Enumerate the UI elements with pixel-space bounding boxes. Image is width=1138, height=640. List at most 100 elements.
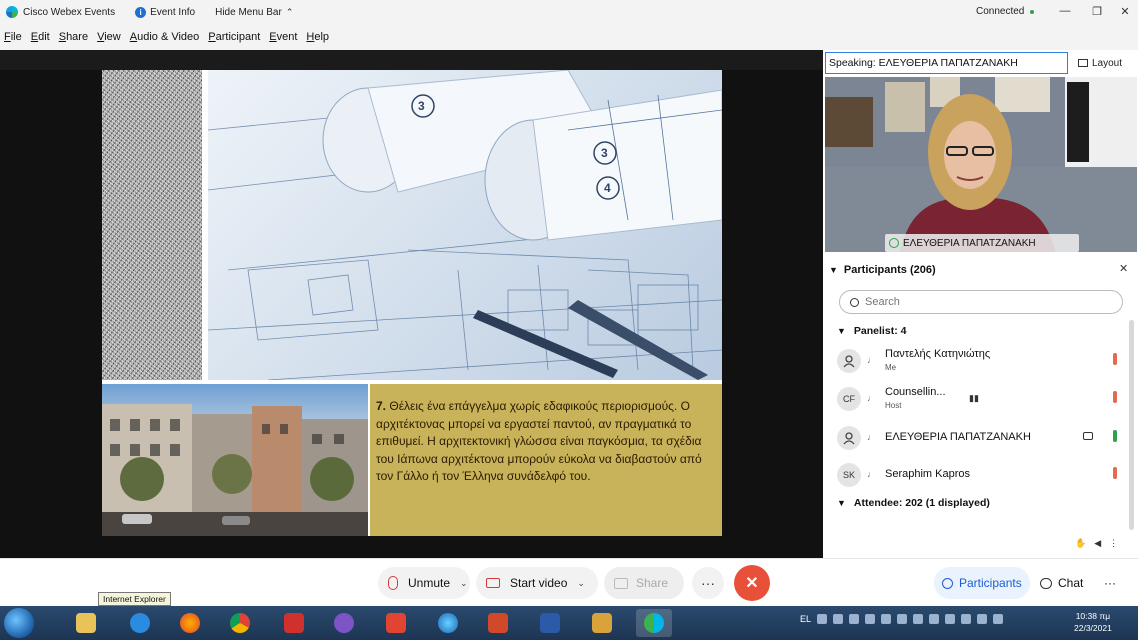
participants-scrollbar[interactable]	[1129, 320, 1134, 530]
restore-button[interactable]: ❐	[1088, 2, 1106, 20]
circle-label-3: 4	[604, 181, 611, 195]
participants-panel-header[interactable]: ▼ Participants (206)	[829, 262, 1129, 278]
caption-text: Θέλεις ένα επάγγελμα χωρίς εδαφικούς περ…	[376, 399, 702, 483]
video-off-icon	[486, 578, 500, 588]
more-options-icon[interactable]: ⋮	[1109, 538, 1118, 549]
globe-icon	[438, 613, 458, 633]
taskbar-webex[interactable]	[636, 609, 672, 637]
taskbar-video-app[interactable]	[584, 609, 620, 637]
avatar: SK	[837, 463, 861, 487]
taskbar-media-player[interactable]	[276, 609, 312, 637]
taskbar-clock[interactable]: 10:38 πμ 22/3/2021	[1074, 610, 1112, 634]
chevron-up-icon: ⌃	[285, 6, 294, 17]
participant-row[interactable]: ♩ Παντελής Κατηνιώτης Me	[837, 345, 1127, 375]
minimize-button[interactable]: —	[1056, 2, 1074, 20]
muted-mic-icon[interactable]	[1113, 391, 1117, 403]
share-button[interactable]: Share	[604, 567, 684, 599]
tray-icon[interactable]	[849, 614, 860, 624]
chat-button[interactable]: Chat	[1032, 567, 1091, 599]
taskbar-firefox[interactable]	[172, 609, 208, 637]
close-participants-button[interactable]: ✕	[1119, 262, 1128, 275]
blueprint-image: 3 3 4	[208, 70, 722, 380]
participants-toggle-button[interactable]: Participants	[934, 567, 1030, 599]
start-button[interactable]	[4, 608, 34, 638]
hand-icon[interactable]: ✋	[1075, 538, 1086, 549]
menu-event[interactable]: Event	[269, 31, 297, 43]
mic-icon: ♩	[867, 355, 876, 365]
unmute-button[interactable]: Unmute ⌄	[378, 567, 470, 599]
menu-audio-video[interactable]: Audio & Video	[130, 31, 200, 43]
participant-search[interactable]	[839, 290, 1123, 314]
unmute-label: Unmute	[408, 576, 451, 590]
menu-participant[interactable]: Participant	[208, 31, 260, 43]
more-button[interactable]: ···	[692, 567, 724, 599]
more-panels-button[interactable]: ···	[1096, 567, 1124, 599]
avatar	[837, 426, 861, 450]
participant-row[interactable]: ♩ ΕΛΕΥΘΕΡΙΑ ΠΑΠΑΤΖΑΝΑΚΗ	[837, 422, 1127, 452]
tray-icon[interactable]	[929, 614, 940, 624]
taskbar-word[interactable]	[532, 609, 568, 637]
chevron-down-icon: ▼	[837, 498, 846, 508]
mic-icon: ♩	[867, 432, 876, 442]
circle-label-1: 3	[418, 99, 425, 113]
network-icon[interactable]	[977, 614, 988, 624]
chrome-icon	[230, 613, 250, 633]
menu-edit[interactable]: Edit	[31, 31, 50, 43]
participant-name: Seraphim Kapros	[885, 468, 970, 480]
attendee-group-header[interactable]: ▼ Attendee: 202 (1 displayed)	[837, 497, 990, 509]
powerpoint-icon	[488, 613, 508, 633]
volume-icon[interactable]	[993, 614, 1004, 624]
panelist-group-header[interactable]: ▼ Panelist: 4	[837, 325, 906, 337]
flag-icon[interactable]	[961, 614, 972, 624]
taskbar-globe[interactable]	[430, 609, 466, 637]
start-video-label: Start video	[510, 576, 568, 590]
camera-icon	[1083, 432, 1093, 440]
chevron-down-icon: ▼	[829, 265, 838, 275]
menu-help[interactable]: Help	[306, 31, 329, 43]
menu-view[interactable]: View	[97, 31, 121, 43]
layout-icon	[1078, 59, 1088, 67]
language-indicator[interactable]: EL	[800, 614, 811, 624]
speaker-icon[interactable]: ◀	[1094, 538, 1101, 549]
chat-icon	[1040, 577, 1052, 589]
tray-icon[interactable]	[897, 614, 908, 624]
menu-file[interactable]: File	[4, 31, 22, 43]
avatar	[837, 349, 861, 373]
chevron-down-icon[interactable]: ⌄	[460, 578, 468, 589]
chevron-down-icon[interactable]: ⌄	[577, 578, 585, 589]
person-icon	[843, 432, 855, 445]
participant-row[interactable]: CF ♩ Counsellin... Host ▮▮	[837, 383, 1127, 413]
start-video-button[interactable]: Start video ⌄	[476, 567, 598, 599]
taskbar-chrome[interactable]	[222, 609, 258, 637]
tray-icon[interactable]	[913, 614, 924, 624]
menu-share[interactable]: Share	[59, 31, 88, 43]
close-window-button[interactable]: ✕	[1116, 2, 1134, 20]
tray-icon[interactable]	[881, 614, 892, 624]
taskbar-internet-explorer[interactable]	[122, 609, 158, 637]
system-tray: EL	[800, 614, 1004, 624]
taskbar-viber[interactable]	[326, 609, 362, 637]
layout-button[interactable]: Layout	[1078, 53, 1122, 73]
caption-number: 7.	[376, 399, 387, 413]
tray-icon[interactable]	[865, 614, 876, 624]
active-mic-icon[interactable]	[1113, 430, 1117, 442]
street-buildings-drawing	[102, 404, 368, 536]
participant-name: Counsellin...	[885, 386, 946, 398]
participant-search-input[interactable]	[865, 296, 1105, 308]
participant-row[interactable]: SK ♩ Seraphim Kapros	[837, 459, 1127, 489]
muted-mic-icon[interactable]	[1113, 353, 1117, 365]
muted-mic-icon[interactable]	[1113, 467, 1117, 479]
taskbar-powerpoint[interactable]	[480, 609, 516, 637]
tray-icon[interactable]	[945, 614, 956, 624]
hide-menu-bar-button[interactable]: Hide Menu Bar ⌃	[215, 7, 293, 18]
participant-role: Me	[885, 363, 897, 372]
event-info-button[interactable]: i Event Info	[135, 6, 195, 18]
tray-icon[interactable]	[817, 614, 828, 624]
layout-label: Layout	[1092, 57, 1123, 69]
taskbar-explorer[interactable]	[68, 609, 104, 637]
participant-role: Host	[885, 401, 902, 410]
app-title: Cisco Webex Events	[23, 6, 116, 18]
taskbar-downloader[interactable]	[378, 609, 414, 637]
tray-icon[interactable]	[833, 614, 844, 624]
leave-button[interactable]: ✕	[734, 565, 770, 601]
